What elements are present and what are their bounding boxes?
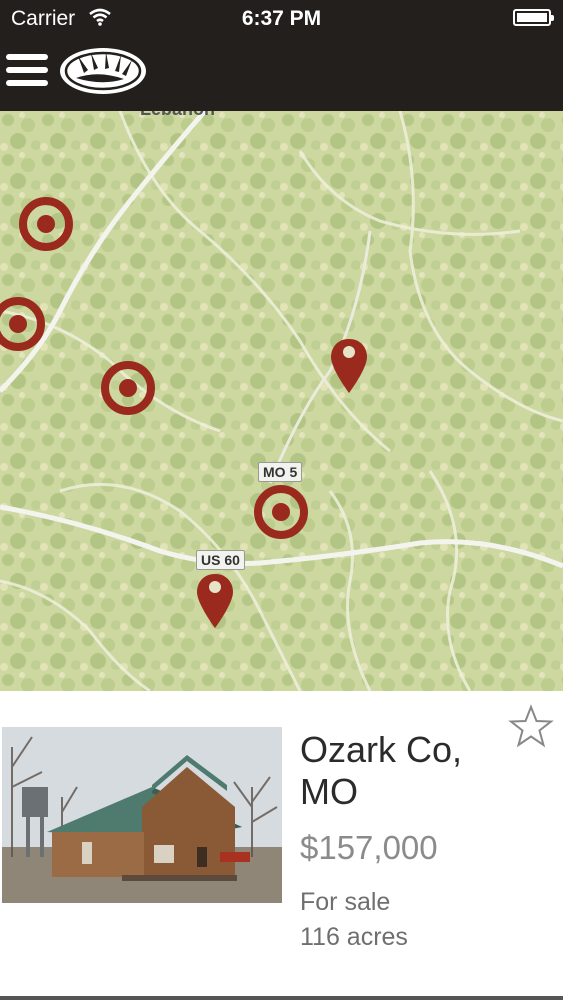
top-bar: Carrier 6:37 PM [0,0,563,111]
bear-paw-logo[interactable] [58,46,148,96]
divider [0,996,563,1000]
target-marker[interactable] [253,484,309,540]
battery-icon [513,9,554,26]
listing-card[interactable]: Ozark Co, MO $157,000 For sale 116 acres [0,691,563,1000]
map-view[interactable]: Lebanon MO 5 US 60 [0,111,563,691]
target-marker[interactable] [100,360,156,416]
clock: 6:37 PM [241,7,322,30]
listing-price: $157,000 [300,829,438,866]
target-marker[interactable] [18,196,74,252]
status-bar: Carrier 6:37 PM [0,0,563,36]
listing-acres: 116 acres [300,923,408,951]
listing-status: For sale [300,888,391,916]
town-label: Lebanon [140,111,215,120]
star-outline-icon[interactable] [508,704,554,750]
pin-marker-icon[interactable] [195,572,235,630]
listing-title: Ozark Co, MO [300,729,463,812]
listing-photo[interactable] [2,727,282,903]
road-label-mo5: MO 5 [258,462,303,482]
road-label-us60: US 60 [196,550,245,570]
hamburger-menu-icon[interactable] [6,54,48,90]
target-marker[interactable] [0,296,46,352]
pin-marker-icon[interactable] [329,337,369,395]
